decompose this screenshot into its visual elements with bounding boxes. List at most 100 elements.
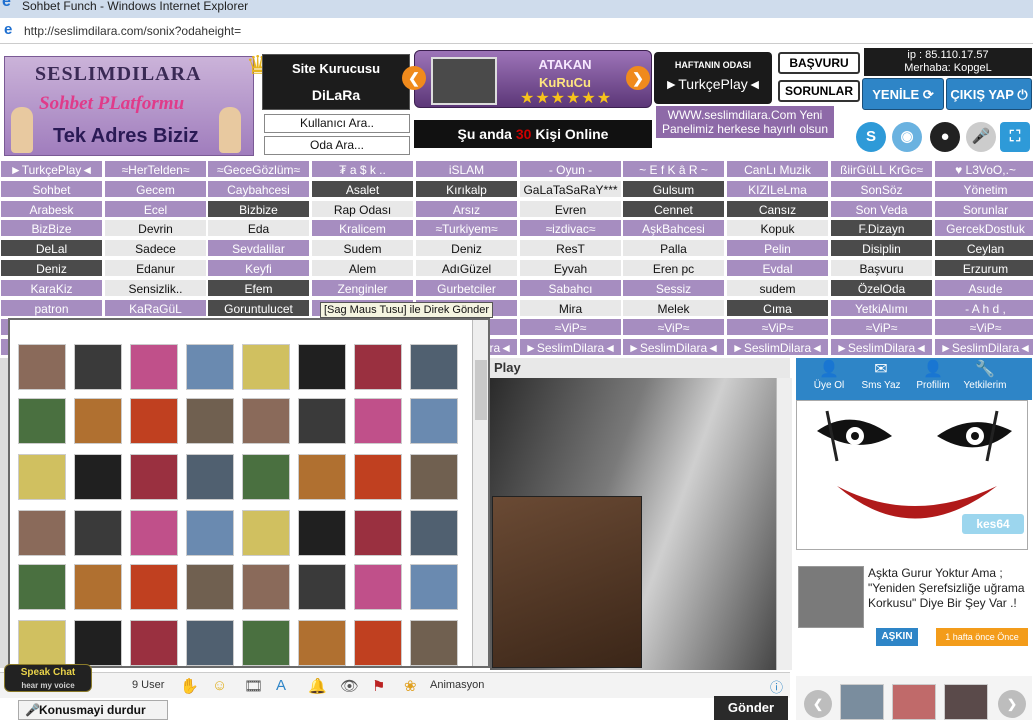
animation-thumb[interactable] <box>298 510 346 556</box>
room-item[interactable]: ►SeslimDilara◄ <box>726 338 829 357</box>
animation-thumb[interactable] <box>298 564 346 610</box>
animation-thumb[interactable] <box>18 344 66 390</box>
address-bar[interactable]: e http://seslimdilara.com/sonix?odaheigh… <box>0 18 1033 44</box>
animation-thumb[interactable] <box>242 398 290 444</box>
room-item[interactable]: Rap Odası <box>311 199 414 218</box>
room-item[interactable]: ►SeslimDilara◄ <box>519 338 622 357</box>
room-item[interactable]: Kırıkalp <box>415 179 518 198</box>
prev-arrow-icon[interactable]: ❮ <box>402 66 426 90</box>
room-item[interactable]: Alem <box>311 259 414 277</box>
room-item[interactable]: F.Dizayn <box>830 219 933 238</box>
animation-thumb[interactable] <box>410 564 458 610</box>
record-icon[interactable]: ● <box>930 122 960 152</box>
room-item[interactable]: Sessiz <box>622 278 725 297</box>
animation-thumb[interactable] <box>410 620 458 666</box>
site-logo[interactable]: SESLIMDILARA Sohbet PLatformu Tek Adres … <box>4 56 254 156</box>
room-item[interactable]: ≈Turkiyem≈ <box>415 219 518 238</box>
animation-thumb[interactable] <box>18 510 66 556</box>
room-item[interactable]: Pelin <box>726 239 829 258</box>
room-item[interactable]: Sudem <box>311 239 414 258</box>
room-item[interactable]: YetkiAlımı <box>830 298 933 317</box>
room-item[interactable]: ≈ViP≈ <box>934 318 1033 337</box>
animation-thumb[interactable] <box>242 344 290 390</box>
animation-thumb[interactable] <box>18 620 66 666</box>
animation-thumb[interactable] <box>130 620 178 666</box>
room-item[interactable]: Asalet <box>311 179 414 198</box>
next-arrow-icon[interactable]: ❯ <box>626 66 650 90</box>
animation-thumb[interactable] <box>242 510 290 556</box>
room-item[interactable]: Kopuk <box>726 219 829 238</box>
animation-thumb[interactable] <box>410 510 458 556</box>
room-item[interactable]: ►SeslimDilara◄ <box>622 338 725 357</box>
room-item[interactable]: Evren <box>519 199 622 218</box>
room-item[interactable]: KIZILeLma <box>726 179 829 198</box>
hand-icon[interactable]: ✋ <box>180 677 199 695</box>
room-item[interactable]: ₮ a $ k .. <box>311 160 414 178</box>
animation-thumb[interactable] <box>74 398 122 444</box>
animation-thumb[interactable] <box>354 620 402 666</box>
video-scrollbar[interactable] <box>776 378 792 670</box>
animation-thumb[interactable] <box>410 344 458 390</box>
room-item[interactable]: CanLı Muzik <box>726 160 829 178</box>
send-button[interactable]: Gönder <box>714 696 788 720</box>
room-item[interactable]: Son Veda <box>830 199 933 218</box>
room-item[interactable]: ►SeslimDilara◄ <box>830 338 933 357</box>
room-item[interactable]: sudem <box>726 278 829 297</box>
animation-thumb[interactable] <box>410 398 458 444</box>
room-item[interactable]: AdıGüzel <box>415 259 518 277</box>
room-item[interactable]: SonSöz <box>830 179 933 198</box>
animation-thumb[interactable] <box>74 454 122 500</box>
animation-thumb[interactable] <box>410 454 458 500</box>
animation-thumb[interactable] <box>298 398 346 444</box>
room-item[interactable]: Sadece <box>104 239 207 258</box>
animation-thumb[interactable] <box>298 454 346 500</box>
room-item[interactable]: Cıma <box>726 298 829 317</box>
room-item[interactable]: ♥ L3VoO,.~ <box>934 160 1033 178</box>
animation-thumb[interactable] <box>298 344 346 390</box>
room-item[interactable]: Zenginler <box>311 278 414 297</box>
animation-thumb[interactable] <box>354 344 402 390</box>
room-item[interactable]: Deniz <box>0 259 103 277</box>
problems-button[interactable]: SORUNLAR <box>778 80 860 102</box>
nav-signup[interactable]: 👤 Üye Ol <box>804 360 854 391</box>
webcam-icon[interactable]: ◉ <box>892 122 922 152</box>
gift-icon[interactable]: ❀ <box>404 677 417 695</box>
fullscreen-icon[interactable]: ⛶ <box>1000 122 1030 152</box>
room-item[interactable]: - Oyun - <box>519 160 622 178</box>
gallery-thumb[interactable] <box>840 684 884 720</box>
info-icon[interactable]: ⓘ <box>770 677 783 696</box>
animation-thumb[interactable] <box>18 398 66 444</box>
room-item[interactable]: ≈ViP≈ <box>622 318 725 337</box>
room-item[interactable]: Eyvah <box>519 259 622 277</box>
animation-thumb[interactable] <box>242 564 290 610</box>
room-item[interactable]: BizBize <box>0 219 103 238</box>
room-item[interactable]: Ecel <box>104 199 207 218</box>
animation-thumb[interactable] <box>74 564 122 610</box>
room-item[interactable]: Sorunlar <box>934 199 1033 218</box>
room-item[interactable]: GercekDostluk <box>934 219 1033 238</box>
animation-thumb[interactable] <box>186 564 234 610</box>
animation-thumb[interactable] <box>130 510 178 556</box>
room-item[interactable]: iSLAM <box>415 160 518 178</box>
room-item[interactable]: Gulsum <box>622 179 725 198</box>
animation-thumb[interactable] <box>130 454 178 500</box>
animation-thumb[interactable] <box>74 620 122 666</box>
room-item[interactable]: Bizbize <box>207 199 310 218</box>
room-item[interactable]: Gecem <box>104 179 207 198</box>
skype-icon[interactable]: S <box>856 122 886 152</box>
room-item[interactable]: Deniz <box>415 239 518 258</box>
user-count[interactable]: 9 User <box>132 679 164 691</box>
room-item[interactable]: - A h d , <box>934 298 1033 317</box>
logout-button[interactable]: ÇIKIŞ YAP ⏻ <box>946 78 1032 110</box>
room-item[interactable]: ÖzelOda <box>830 278 933 297</box>
user-search-button[interactable]: Kullanıcı Ara.. <box>264 114 410 133</box>
nav-permissions[interactable]: 🔧 Yetkilerim <box>960 360 1010 391</box>
room-item[interactable]: ►SeslimDilara◄ <box>934 338 1033 357</box>
room-item[interactable]: ~ E f K â R ~ <box>622 160 725 178</box>
room-item[interactable]: Goruntulucet <box>207 298 310 317</box>
room-item[interactable]: Cansız <box>726 199 829 218</box>
room-item[interactable]: Kralicem <box>311 219 414 238</box>
animation-thumb[interactable] <box>18 454 66 500</box>
room-item[interactable]: Palla <box>622 239 725 258</box>
room-item[interactable]: ≈ViP≈ <box>830 318 933 337</box>
